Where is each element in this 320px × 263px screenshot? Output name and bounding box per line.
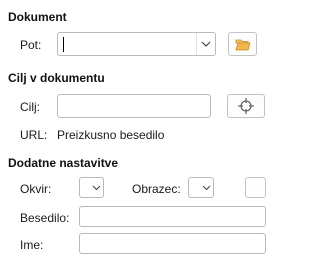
form-label: Obrazec: (132, 182, 181, 196)
events-button[interactable] (245, 177, 266, 198)
name-input[interactable] (79, 233, 266, 254)
chevron-down-icon (201, 41, 211, 47)
open-file-button[interactable] (228, 32, 257, 56)
path-label: Pot: (20, 38, 42, 52)
folder-open-icon (234, 39, 251, 50)
path-dropdown-button[interactable] (196, 33, 215, 55)
chevron-down-icon (92, 185, 100, 190)
frame-combobox[interactable] (79, 177, 104, 198)
target-label: Cilj: (20, 100, 40, 114)
crosshair-target-icon (238, 98, 254, 114)
form-dropdown-button[interactable] (199, 178, 213, 197)
text-input[interactable] (79, 206, 266, 227)
frame-label: Okvir: (20, 182, 52, 196)
target-input[interactable] (57, 94, 211, 118)
path-combobox[interactable] (57, 32, 216, 56)
chevron-down-icon (202, 185, 210, 190)
section-title-extra: Dodatne nastavitve (8, 156, 119, 170)
url-value: Preizkusno besedilo (57, 128, 165, 142)
section-title-target: Cilj v dokumentu (8, 71, 105, 85)
frame-dropdown-button[interactable] (89, 178, 103, 197)
text-label: Besedilo: (20, 211, 70, 225)
section-title-document: Dokument (8, 10, 67, 24)
url-label: URL: (20, 128, 48, 142)
text-caret (63, 37, 64, 52)
target-select-button[interactable] (227, 94, 265, 118)
name-label: Ime: (20, 238, 44, 252)
form-combobox[interactable] (188, 177, 214, 198)
